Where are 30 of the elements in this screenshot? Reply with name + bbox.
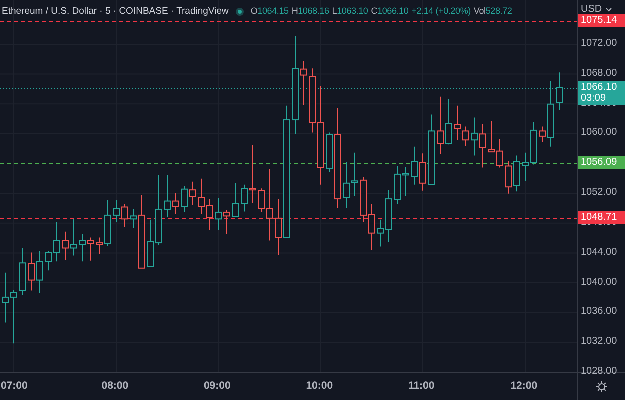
time-label: 09:00: [204, 379, 231, 394]
price-scale-label: 1044.00: [581, 246, 618, 260]
chart-title: Ethereum / U.S. Dollar · 5 · COINBASE · TradingView: [2, 5, 229, 19]
currency-button[interactable]: USD: [581, 4, 612, 16]
price-scale-label: 1068.00: [581, 66, 618, 81]
time-label: 11:00: [408, 379, 435, 394]
price-label: 1056.09: [578, 156, 625, 169]
price-change: +2.14 (+0.20%): [412, 5, 471, 18]
caret-icon: [606, 8, 612, 12]
ohlc-value: O1064.15: [250, 5, 289, 18]
ohlc-value: C1066.10: [371, 5, 409, 18]
price-label: 1048.71: [578, 210, 625, 224]
time-label: 08:00: [102, 379, 129, 394]
ohlc-value: L1063.10: [332, 5, 368, 18]
price-scale-label: 1032.00: [581, 335, 618, 350]
time-label: 10:00: [306, 379, 334, 394]
price-scale-label: 1052.00: [581, 186, 618, 200]
price-text: 1066.10: [581, 82, 618, 93]
price-label: 1075.14: [578, 14, 625, 27]
time-label: 12:00: [510, 379, 538, 394]
settings-icon[interactable]: [596, 380, 608, 392]
ohlc-value: H1068.16: [292, 5, 330, 18]
price-scale-label: 1072.00: [581, 36, 618, 51]
price-scale-label: 1040.00: [581, 276, 618, 290]
price-scale-label: 1060.00: [581, 126, 618, 140]
countdown-text: 03:09: [581, 92, 608, 104]
price-scale-label: 1036.00: [581, 305, 618, 320]
time-label: 07:00: [1, 379, 28, 394]
price-scale-label: 1028.00: [581, 365, 618, 379]
volume-value: Vol528.72: [474, 5, 512, 18]
